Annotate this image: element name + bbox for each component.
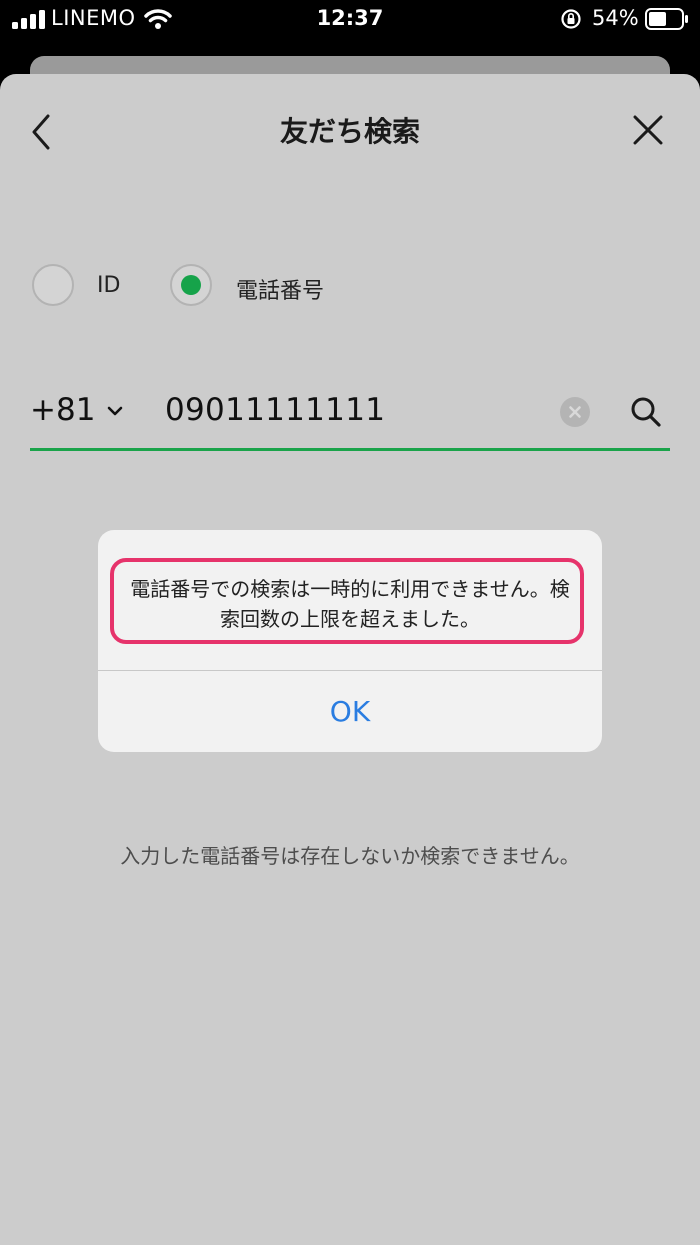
search-result-message: 入力した電話番号は存在しないか検索できません。 xyxy=(120,844,580,868)
status-bar: LINEMO 12:37 54% xyxy=(0,0,700,40)
alert-dialog: 電話番号での検索は一時的に利用できません。検索回数の上限を超えました。 OK xyxy=(98,530,602,752)
ok-button[interactable]: OK xyxy=(98,671,602,752)
clear-input-button[interactable] xyxy=(560,397,590,427)
clear-icon xyxy=(569,406,581,418)
radio-phone-label: 電話番号 xyxy=(236,279,325,304)
input-underline xyxy=(30,448,670,451)
search-icon[interactable] xyxy=(628,394,664,430)
chevron-down-icon[interactable] xyxy=(106,404,124,418)
alert-message: 電話番号での検索は一時的に利用できません。検索回数の上限を超えました。 xyxy=(130,577,570,631)
close-icon[interactable] xyxy=(630,112,666,148)
battery-percent: 54% xyxy=(592,6,639,30)
radio-phone[interactable] xyxy=(170,264,212,306)
battery-icon xyxy=(645,8,688,30)
radio-id-label: ID xyxy=(97,273,121,298)
radio-selected-dot xyxy=(181,275,201,295)
orientation-lock-icon xyxy=(561,9,581,29)
page-title: 友だち検索 xyxy=(279,115,420,148)
country-code-selector[interactable]: +81 xyxy=(30,392,95,428)
phone-number-input[interactable]: 09011111111 xyxy=(165,392,385,428)
radio-id[interactable] xyxy=(32,264,74,306)
